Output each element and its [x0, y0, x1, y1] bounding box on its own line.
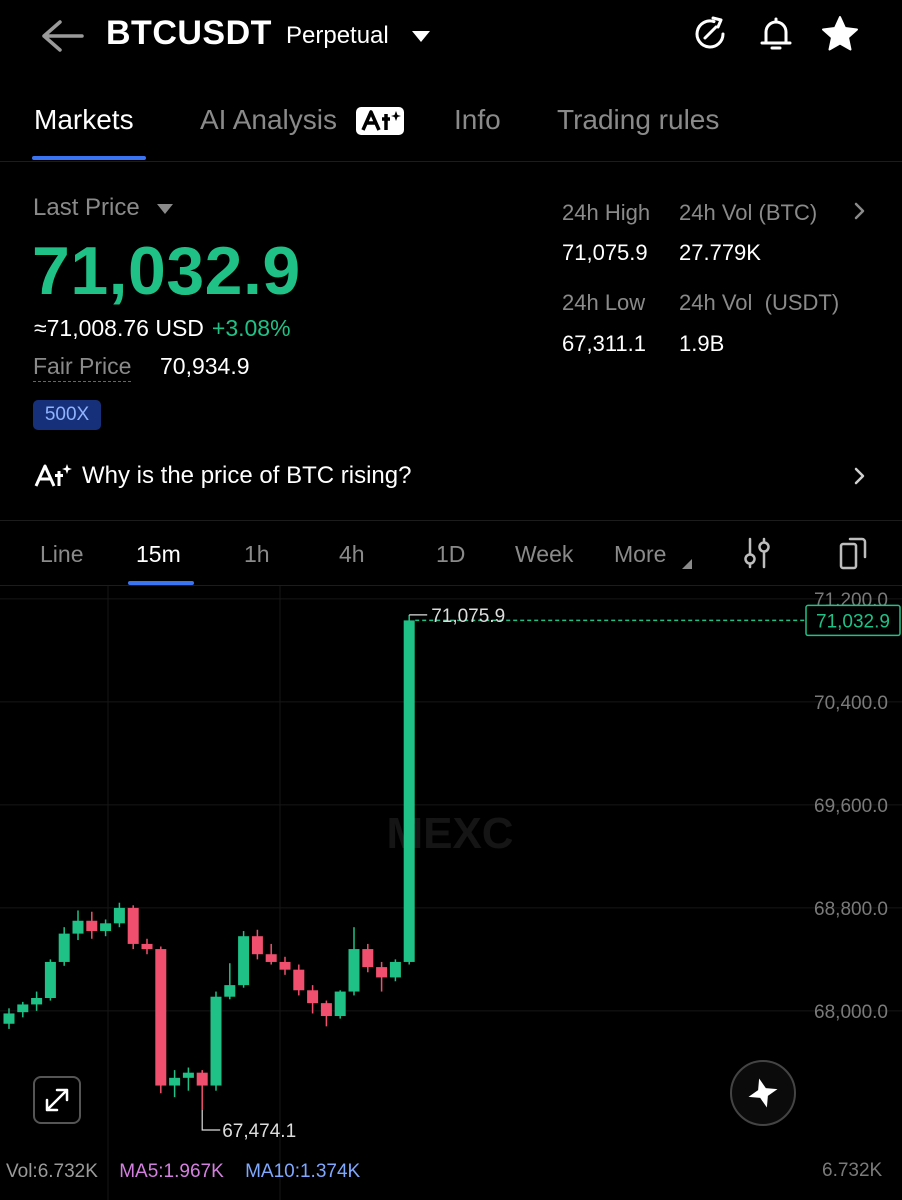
y-tick-label: 68,800.0: [814, 899, 888, 920]
low-marker-line: [201, 1110, 221, 1131]
caret-down-icon[interactable]: [156, 202, 174, 214]
candle: [320, 1000, 332, 1027]
candle: [251, 929, 263, 960]
chevron-right-icon[interactable]: [850, 200, 868, 222]
timeframe-bar: Line 15m 1h 4h 1D Week More: [0, 520, 902, 586]
high-24h-value: 71,075.9: [562, 240, 648, 265]
candle: [279, 956, 291, 975]
low-24h-label: 24h Low: [562, 290, 646, 315]
candle: [86, 911, 98, 939]
corner-triangle-icon: [680, 557, 694, 571]
tf-more[interactable]: More: [614, 541, 666, 568]
candle: [127, 905, 139, 950]
candle: [238, 931, 250, 988]
candle: [17, 1001, 29, 1018]
candle: [403, 614, 415, 965]
candle: [141, 938, 153, 955]
candle: [334, 990, 346, 1019]
tf-1h[interactable]: 1h: [244, 541, 270, 568]
candle: [389, 959, 401, 982]
rotate-screen-icon[interactable]: [836, 535, 870, 571]
chevron-right-icon[interactable]: [850, 465, 868, 487]
ma10-value: MA10:1.374K: [245, 1161, 361, 1182]
tf-4h[interactable]: 4h: [339, 541, 365, 568]
active-tab-indicator: [32, 156, 146, 160]
high-24h-label: 24h High: [562, 200, 651, 225]
star-icon[interactable]: [820, 14, 860, 54]
price-insight-text[interactable]: Why is the price of BTC rising?: [82, 462, 411, 490]
bell-icon[interactable]: [756, 14, 796, 54]
candle: [210, 991, 222, 1091]
volume-indicator-row: Vol:6.732K MA5:1.967K MA10:1.374K: [6, 1161, 376, 1183]
candle: [58, 927, 70, 966]
last-price-label[interactable]: Last Price: [33, 194, 140, 222]
price-insight-row[interactable]: Why is the price of BTC rising?: [0, 448, 902, 508]
leverage-badge: 500X: [33, 400, 101, 430]
header: BTCUSDT Perpetual: [0, 0, 902, 72]
contract-type[interactable]: Perpetual: [286, 22, 389, 50]
back-arrow-icon[interactable]: [36, 14, 88, 58]
fair-price-value: 70,934.9: [160, 353, 250, 379]
candle: [113, 902, 125, 928]
volume-value: Vol:6.732K: [6, 1161, 98, 1182]
tf-line[interactable]: Line: [40, 541, 83, 568]
vol-usdt-label: 24h Vol (USDT): [679, 290, 840, 315]
expand-icon[interactable]: [33, 1076, 81, 1124]
candle: [348, 927, 360, 996]
fair-price-label[interactable]: Fair Price: [33, 353, 132, 382]
active-timeframe-indicator: [128, 581, 194, 585]
candle: [182, 1067, 194, 1091]
tab-trading-rules[interactable]: Trading rules: [557, 104, 719, 136]
candle: [44, 959, 56, 1001]
y-tick-label: 68,000.0: [814, 1002, 888, 1023]
y-tick-label: 69,600.0: [814, 796, 888, 817]
candle: [307, 985, 319, 1014]
tab-ai-analysis[interactable]: AI Analysis: [200, 104, 337, 136]
indicator-settings-icon[interactable]: [740, 535, 774, 571]
candle: [265, 943, 277, 965]
section-tabs: Markets AI Analysis Info Trading rules: [0, 92, 902, 162]
caret-down-icon[interactable]: [410, 28, 432, 44]
candle: [376, 961, 388, 992]
low-24h-value: 67,311.1: [562, 331, 647, 356]
ai-sparkle-icon: [356, 107, 404, 135]
candle: [224, 963, 236, 1000]
drawing-tool-icon[interactable]: [730, 1060, 796, 1126]
tf-1d[interactable]: 1D: [436, 541, 465, 568]
refresh-icon[interactable]: [690, 14, 730, 54]
candle: [293, 964, 305, 996]
usd-equivalent: ≈71,008.76 USD: [34, 315, 204, 341]
candle: [100, 919, 112, 937]
volume-axis-label: 6.732K: [822, 1160, 883, 1181]
last-price-tag-label: 71,032.9: [816, 611, 890, 632]
vol-btc-value: 27.779K: [679, 240, 761, 265]
tf-15m[interactable]: 15m: [136, 541, 181, 568]
candle: [196, 1070, 208, 1111]
candle: [72, 910, 84, 941]
vol-btc-label: 24h Vol (BTC): [679, 200, 818, 225]
symbol-title[interactable]: BTCUSDT: [106, 14, 272, 53]
ma5-value: MA5:1.967K: [119, 1161, 224, 1182]
vol-usdt-value: 1.9B: [679, 331, 725, 356]
high-marker-label: 71,075.9: [431, 606, 505, 627]
candle: [362, 943, 374, 973]
price-change-percent: +3.08%: [211, 315, 291, 341]
y-tick-label: 70,400.0: [814, 693, 888, 714]
candle: [31, 991, 43, 1011]
tab-info[interactable]: Info: [454, 104, 501, 136]
tab-markets[interactable]: Markets: [34, 104, 134, 136]
ai-sparkle-icon: [34, 462, 72, 490]
candlestick-chart[interactable]: 71,200.0 70,400.0 69,600.0 68,800.0 68,000.0…: [0, 586, 902, 1200]
last-price-value: 71,032.9: [32, 233, 301, 309]
candle: [3, 1008, 15, 1029]
candle: [155, 946, 167, 1094]
usd-price-line: ≈71,008.76 USD +3.08%: [34, 315, 291, 342]
low-marker-label: 67,474.1: [222, 1121, 296, 1142]
tf-week[interactable]: Week: [515, 541, 573, 568]
candle: [169, 1070, 181, 1098]
